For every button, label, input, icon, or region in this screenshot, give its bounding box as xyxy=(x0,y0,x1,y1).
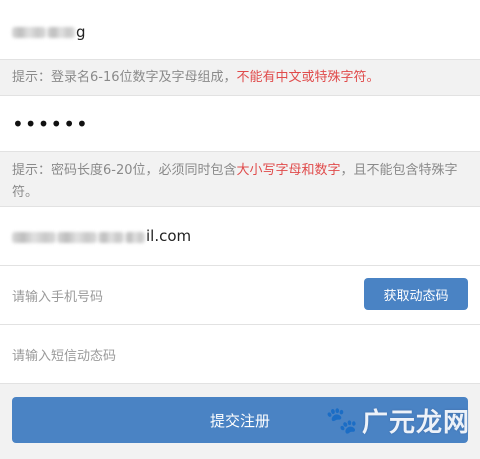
email-field[interactable]: il.com xyxy=(0,207,480,266)
phone-input[interactable]: 请输入手机号码 xyxy=(12,286,103,305)
password-hint-text-1: 提示：密码长度6-20位，必须同时包含 xyxy=(12,163,237,178)
watermark-logo: 🐾 广元龙网 xyxy=(326,402,470,439)
username-hint: 提示：登录名6-16位数字及字母组成，不能有中文或特殊字符。 xyxy=(0,60,480,96)
sms-code-placeholder: 请输入短信动态码 xyxy=(12,348,117,364)
username-field[interactable]: g xyxy=(0,0,480,60)
username-blurred-text xyxy=(12,22,76,41)
username-hint-warning: 不能有中文或特殊字符。 xyxy=(236,70,380,85)
email-value-suffix: il.com xyxy=(146,227,192,245)
password-masked-value: •••••• xyxy=(12,111,89,136)
password-field[interactable]: •••••• xyxy=(0,96,480,152)
username-hint-text: 提示：登录名6-16位数字及字母组成， xyxy=(12,70,237,85)
phone-row: 请输入手机号码 获取动态码 xyxy=(0,266,480,325)
username-value-suffix: g xyxy=(76,22,86,41)
password-hint: 提示：密码长度6-20位，必须同时包含大小写字母和数字，且不能包含特殊字符。 xyxy=(0,152,480,207)
sms-code-field[interactable]: 请输入短信动态码 xyxy=(0,325,480,384)
password-hint-warning: 大小写字母和数字 xyxy=(236,163,341,178)
get-sms-code-button[interactable]: 获取动态码 xyxy=(364,278,468,310)
email-blurred-text xyxy=(12,227,146,246)
paw-icon: 🐾 xyxy=(325,405,358,436)
watermark-text: 广元龙网 xyxy=(361,408,470,438)
